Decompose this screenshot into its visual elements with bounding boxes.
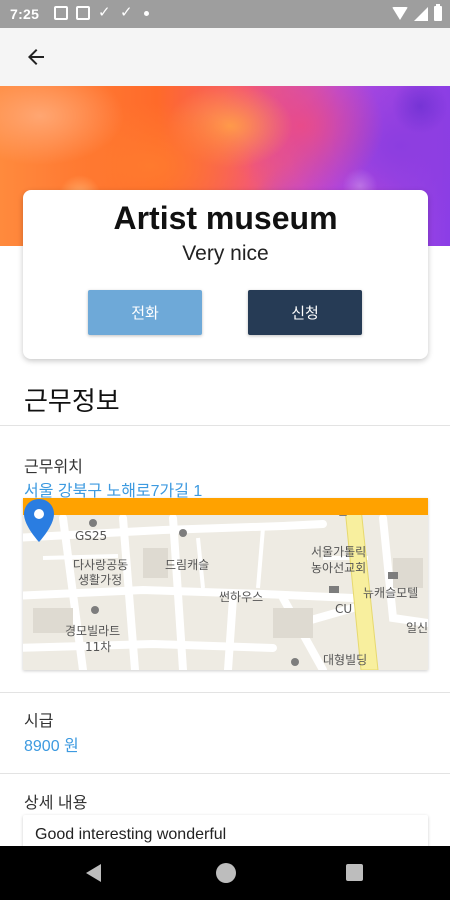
call-button[interactable]: 전화 bbox=[88, 290, 202, 335]
app-bar bbox=[0, 28, 450, 86]
status-bar: 7:25 ✓ ✓ bbox=[0, 0, 450, 28]
system-icons bbox=[392, 4, 442, 21]
map-label: 드림캐슬 bbox=[165, 558, 210, 572]
map-label: 생활가정 bbox=[78, 573, 123, 587]
map-label: 썬하우스 bbox=[219, 590, 264, 604]
map-label: 서울가톨릭 bbox=[311, 545, 367, 559]
nav-back-icon[interactable] bbox=[86, 864, 101, 882]
map-label: CU bbox=[335, 602, 353, 616]
location-label: 근무위치 bbox=[24, 459, 83, 476]
apply-button[interactable]: 신청 bbox=[248, 290, 362, 335]
back-button[interactable] bbox=[16, 40, 56, 74]
place-title: Artist museum bbox=[113, 200, 338, 236]
place-subtitle: Very nice bbox=[182, 242, 269, 265]
detail-label: 상세 내용 bbox=[24, 795, 88, 812]
nav-home-icon[interactable] bbox=[216, 863, 236, 883]
wifi-icon bbox=[392, 7, 408, 20]
map-label: 뉴캐슬모텔 bbox=[363, 586, 419, 600]
wage-value: 8900 원 bbox=[24, 738, 79, 755]
map-label: GS25 bbox=[75, 529, 108, 543]
check-icon: ✓ bbox=[98, 4, 111, 21]
signal-icon bbox=[414, 6, 428, 21]
map-label: 대형빌딩 bbox=[323, 653, 368, 667]
status-time: 7:25 bbox=[10, 6, 40, 22]
arrow-left-icon bbox=[28, 49, 44, 65]
dot-icon bbox=[144, 10, 149, 16]
divider bbox=[0, 692, 450, 693]
system-nav-bar bbox=[0, 846, 450, 900]
place-info-card: Artist museum Very nice 전화 신청 bbox=[23, 190, 428, 359]
detail-text: Good interesting wonderful bbox=[35, 826, 227, 843]
map-pin-icon bbox=[24, 499, 54, 542]
divider bbox=[0, 773, 450, 774]
wage-label: 시급 bbox=[24, 713, 54, 730]
section-title: 근무정보 bbox=[24, 386, 120, 416]
notification-icons: ✓ ✓ bbox=[54, 4, 149, 21]
map-label: 농아선교회 bbox=[311, 561, 367, 575]
map-label: 일신 bbox=[406, 621, 428, 635]
map-top-bar bbox=[23, 498, 428, 515]
location-map[interactable]: GS25 다사랑공동 생활가정 드림캐슬 경모빌라트 11차 썬하우스 서울가톨… bbox=[23, 498, 428, 670]
message-icon bbox=[54, 6, 68, 20]
map-label: 경모빌라트 bbox=[65, 624, 121, 638]
map-label: 11차 bbox=[85, 640, 112, 654]
nav-recents-icon[interactable] bbox=[346, 864, 363, 881]
battery-icon bbox=[434, 4, 442, 21]
check-icon: ✓ bbox=[120, 4, 133, 21]
divider bbox=[0, 425, 450, 426]
image-icon bbox=[76, 6, 90, 20]
